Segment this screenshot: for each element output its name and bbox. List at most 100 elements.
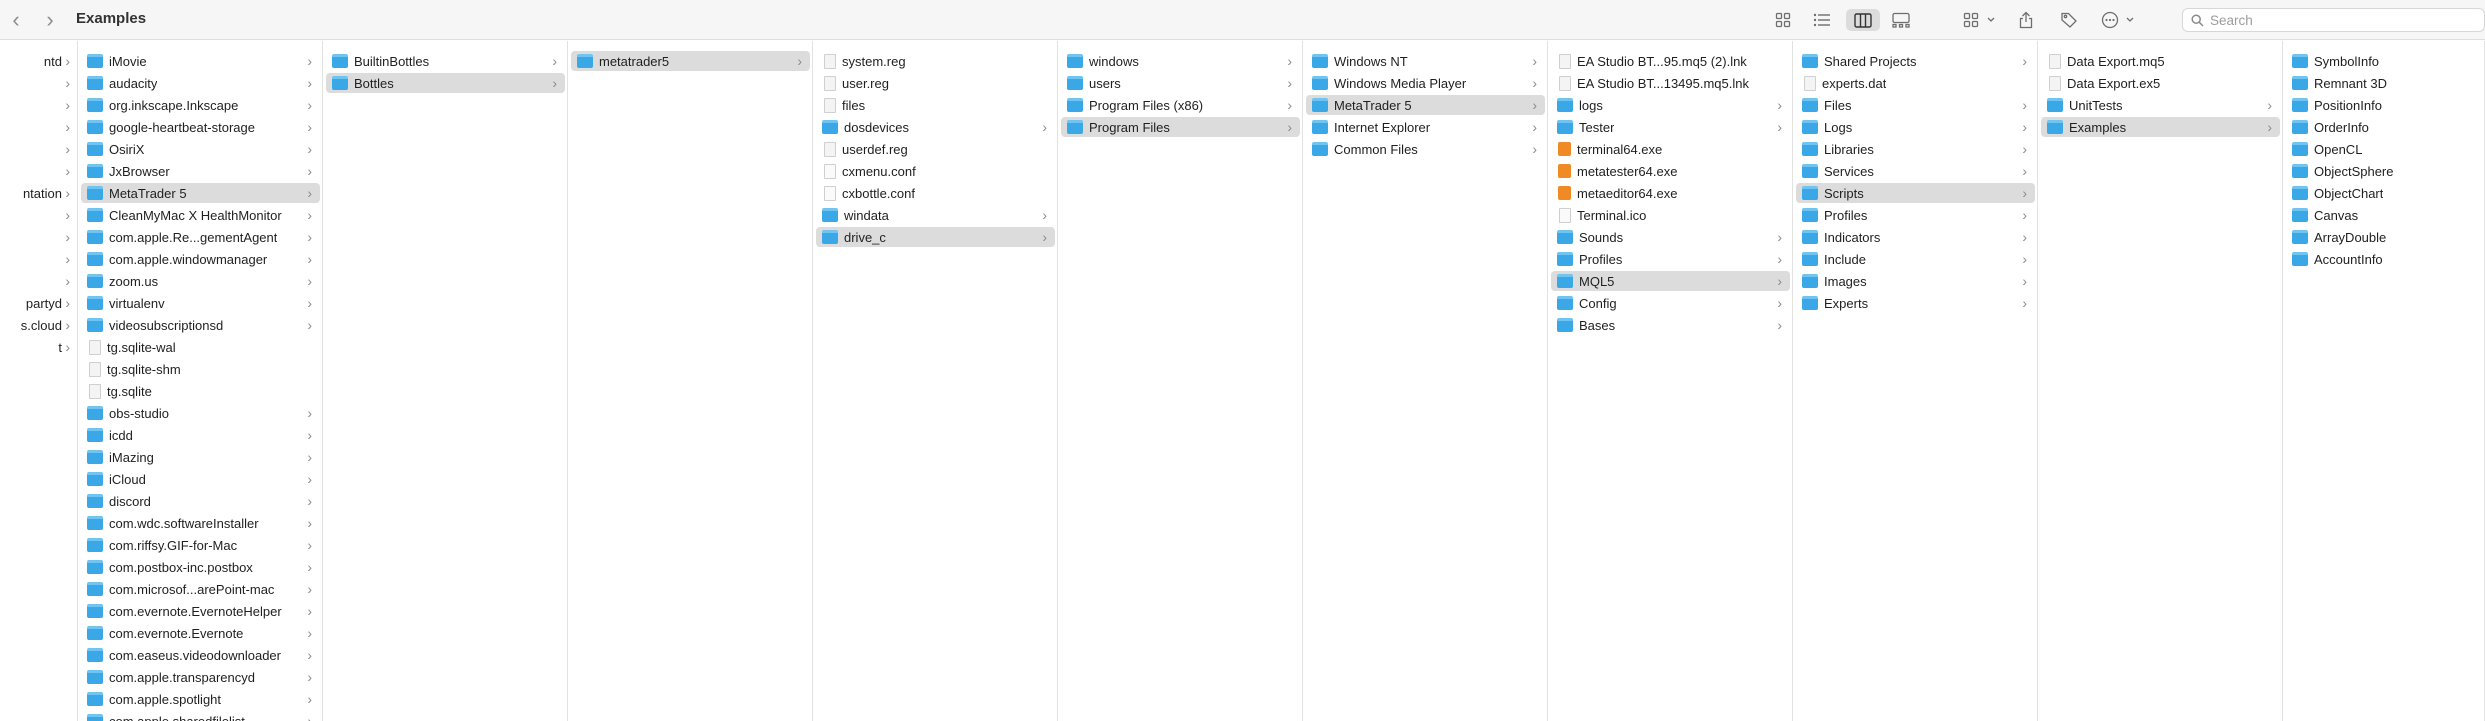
list-item[interactable]: › [0,161,77,181]
list-item[interactable]: EA Studio BT...13495.mq5.lnk [1551,73,1790,93]
list-item[interactable]: Files › [1796,95,2035,115]
list-item[interactable]: Libraries › [1796,139,2035,159]
list-item[interactable]: Tester › [1551,117,1790,137]
list-item[interactable]: Common Files › [1306,139,1545,159]
list-item[interactable]: user.reg [816,73,1055,93]
list-item[interactable]: Include › [1796,249,2035,269]
list-item[interactable]: icdd › [81,425,320,445]
column-view-button[interactable] [1846,9,1880,31]
column-4[interactable]: metatrader5 › [568,41,813,721]
list-item[interactable]: MQL5 › [1551,271,1790,291]
list-item[interactable]: com.postbox-inc.postbox › [81,557,320,577]
list-item[interactable]: com.riffsy.GIF-for-Mac › [81,535,320,555]
list-item[interactable]: › [0,249,77,269]
list-item[interactable]: Shared Projects › [1796,51,2035,71]
list-item[interactable]: Internet Explorer › [1306,117,1545,137]
list-item[interactable]: Windows Media Player › [1306,73,1545,93]
column-6[interactable]: windows › users › Program Files (x86) › Progra… [1058,41,1303,721]
list-item[interactable]: zoom.us › [81,271,320,291]
list-item[interactable]: org.inkscape.Inkscape › [81,95,320,115]
list-item[interactable]: Logs › [1796,117,2035,137]
list-item[interactable]: Examples › [2041,117,2280,137]
back-button[interactable]: ‹ [6,7,26,32]
list-item[interactable]: Sounds › [1551,227,1790,247]
list-item[interactable]: metatrader5 › [571,51,810,71]
column-9[interactable]: Shared Projects › experts.dat Files › Logs › Li… [1793,41,2038,721]
list-item[interactable]: › [0,205,77,225]
list-view-button[interactable] [1812,9,1832,31]
column-5[interactable]: system.reg user.reg files dosdevices › userde… [813,41,1058,721]
list-item[interactable]: EA Studio BT...95.mq5 (2).lnk [1551,51,1790,71]
list-item[interactable]: MetaTrader 5 › [81,183,320,203]
list-item[interactable]: metatester64.exe [1551,161,1790,181]
list-item[interactable]: iMovie › [81,51,320,71]
forward-button[interactable]: › [40,7,60,32]
column-2[interactable]: iMovie › audacity › org.inkscape.Inkscape › go… [78,41,323,721]
list-item[interactable]: OsiriX › [81,139,320,159]
list-item[interactable]: com.apple.Re...gementAgent › [81,227,320,247]
list-item[interactable]: userdef.reg [816,139,1055,159]
list-item[interactable]: discord › [81,491,320,511]
group-button[interactable] [1962,9,2000,31]
list-item[interactable]: system.reg [816,51,1055,71]
list-item[interactable]: Indicators › [1796,227,2035,247]
list-item[interactable]: metaeditor64.exe [1551,183,1790,203]
list-item[interactable]: audacity › [81,73,320,93]
list-item[interactable]: users › [1061,73,1300,93]
list-item[interactable]: BuiltinBottles › [326,51,565,71]
list-item[interactable]: Data Export.ex5 [2041,73,2280,93]
list-item[interactable]: com.easeus.videodownloader › [81,645,320,665]
list-item[interactable]: com.evernote.EvernoteHelper › [81,601,320,621]
list-item[interactable]: files [816,95,1055,115]
list-item[interactable]: › [0,95,77,115]
list-item[interactable]: MetaTrader 5 › [1306,95,1545,115]
list-item[interactable]: › [0,139,77,159]
list-item[interactable]: drive_c › [816,227,1055,247]
list-item[interactable]: Windows NT › [1306,51,1545,71]
list-item[interactable]: PositionInfo [2286,95,2482,115]
gallery-view-button[interactable] [1890,9,1912,31]
list-item[interactable]: Canvas [2286,205,2482,225]
list-item[interactable]: Profiles › [1551,249,1790,269]
list-item[interactable]: Remnant 3D [2286,73,2482,93]
list-item[interactable]: ntd › [0,51,77,71]
list-item[interactable]: Config › [1551,293,1790,313]
list-item[interactable]: tg.sqlite [81,381,320,401]
list-item[interactable]: com.evernote.Evernote › [81,623,320,643]
list-item[interactable]: cxbottle.conf [816,183,1055,203]
list-item[interactable]: UnitTests › [2041,95,2280,115]
list-item[interactable]: dosdevices › [816,117,1055,137]
list-item[interactable]: Images › [1796,271,2035,291]
list-item[interactable]: Bottles › [326,73,565,93]
list-item[interactable]: com.apple.transparencyd › [81,667,320,687]
list-item[interactable]: com.apple.sharedfilelist › [81,711,320,721]
list-item[interactable]: experts.dat [1796,73,2035,93]
list-item[interactable]: SymbolInfo [2286,51,2482,71]
list-item[interactable]: › [0,271,77,291]
list-item[interactable]: AccountInfo [2286,249,2482,269]
list-item[interactable]: videosubscriptionsd › [81,315,320,335]
share-button[interactable] [2016,9,2036,31]
column-11[interactable]: SymbolInfo Remnant 3D PositionInfo OrderInf… [2283,41,2485,721]
list-item[interactable]: google-heartbeat-storage › [81,117,320,137]
list-item[interactable]: tg.sqlite-shm [81,359,320,379]
list-item[interactable]: Experts › [1796,293,2035,313]
list-item[interactable]: com.microsof...arePoint-mac › [81,579,320,599]
list-item[interactable]: OrderInfo [2286,117,2482,137]
list-item[interactable]: com.wdc.softwareInstaller › [81,513,320,533]
search-input[interactable] [2210,12,2450,28]
list-item[interactable]: Data Export.mq5 [2041,51,2280,71]
list-item[interactable]: tg.sqlite-wal [81,337,320,357]
column-3[interactable]: BuiltinBottles › Bottles › [323,41,568,721]
column-1[interactable]: ntd › › › › › › ntation › › › › › partyd › s.cloud › t › [0,41,78,721]
list-item[interactable]: windows › [1061,51,1300,71]
list-item[interactable]: partyd › [0,293,77,313]
list-item[interactable]: ArrayDouble [2286,227,2482,247]
list-item[interactable]: Terminal.ico [1551,205,1790,225]
list-item[interactable]: JxBrowser › [81,161,320,181]
list-item[interactable]: Profiles › [1796,205,2035,225]
list-item[interactable]: com.apple.spotlight › [81,689,320,709]
list-item[interactable]: Program Files › [1061,117,1300,137]
list-item[interactable]: ObjectChart [2286,183,2482,203]
search-field[interactable] [2182,8,2485,32]
